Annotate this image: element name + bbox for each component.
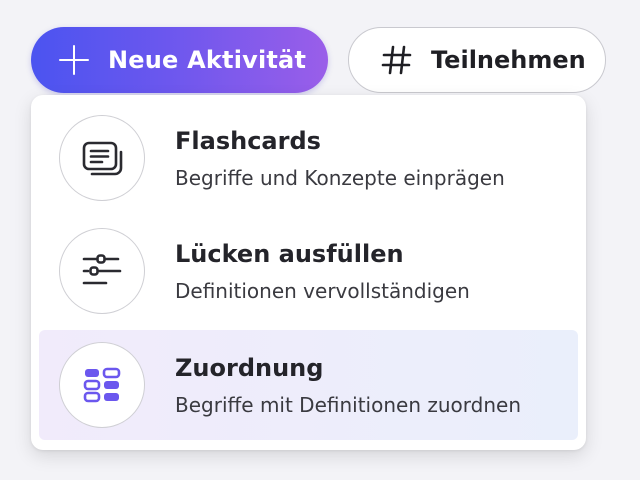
menu-item-matching[interactable]: Zuordnung Begriffe mit Definitionen zuor… (39, 330, 578, 440)
menu-item-title: Lücken ausfüllen (175, 240, 404, 268)
menu-item-icon-circle (59, 342, 145, 428)
plus-icon (57, 43, 91, 77)
menu-item-fill-in-blanks[interactable]: Lücken ausfüllen Definitionen vervollstä… (39, 216, 578, 326)
flashcards-icon (82, 141, 123, 176)
menu-item-icon-circle (59, 228, 145, 314)
new-activity-label: Neue Aktivität (108, 46, 307, 74)
menu-item-title: Flashcards (175, 127, 321, 155)
menu-item-flashcards[interactable]: Flashcards Begriffe und Konzepte einpräg… (39, 103, 578, 213)
activity-toolbar: Neue Aktivität Teilnehmen (0, 0, 640, 100)
new-activity-dropdown-menu: Flashcards Begriffe und Konzepte einpräg… (31, 95, 586, 450)
new-activity-button[interactable]: Neue Aktivität (31, 27, 328, 93)
menu-item-description: Begriffe mit Definitionen zuordnen (175, 393, 521, 417)
menu-item-description: Definitionen vervollständigen (175, 279, 470, 303)
join-button[interactable]: Teilnehmen (348, 27, 606, 93)
hash-icon (379, 42, 415, 78)
menu-item-description: Begriffe und Konzepte einprägen (175, 166, 505, 190)
matching-grid-icon (83, 367, 121, 403)
menu-item-title: Zuordnung (175, 354, 324, 382)
menu-item-icon-circle (59, 115, 145, 201)
fill-in-blank-icon (82, 254, 122, 285)
join-label: Teilnehmen (431, 46, 586, 74)
